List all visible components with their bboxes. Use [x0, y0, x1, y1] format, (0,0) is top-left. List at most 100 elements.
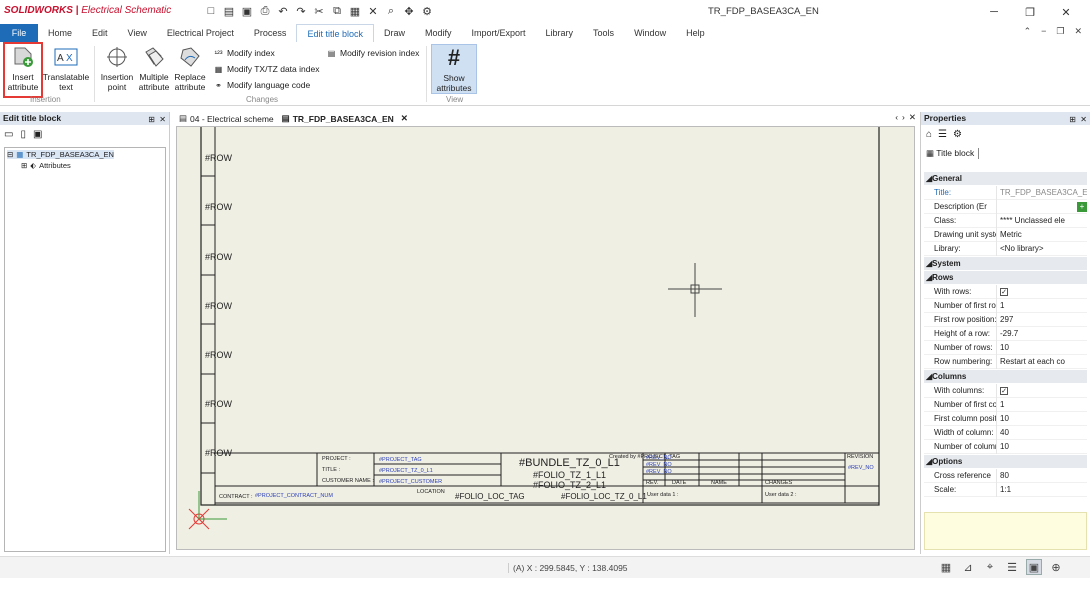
- tree-root-node[interactable]: ⊟ ▦ TR_FDP_BASEA3CA_EN: [7, 150, 114, 159]
- prop-number-of-rows[interactable]: Number of rows: 10: [924, 340, 1087, 355]
- close-panel-icon[interactable]: ✕: [159, 113, 166, 126]
- with-rows-checkbox[interactable]: ✓: [1000, 287, 1008, 296]
- insert-attribute-button[interactable]: Insert attribute: [3, 42, 43, 98]
- save-icon[interactable]: ▣: [240, 4, 254, 18]
- prop-class[interactable]: Class: **** Unclassed ele: [924, 213, 1087, 228]
- modify-revision-button[interactable]: ▤ Modify revision index: [326, 46, 420, 60]
- prop-title[interactable]: Title: TR_FDP_BASEA3CA_E: [924, 185, 1087, 200]
- copy-icon[interactable]: ⧉: [330, 4, 344, 18]
- minimize-doc-icon[interactable]: −: [1041, 26, 1046, 37]
- tab-edit-title-block[interactable]: Edit title block: [296, 24, 374, 42]
- tab-help[interactable]: Help: [676, 24, 715, 42]
- print-icon[interactable]: ⎙: [258, 4, 272, 18]
- zoom-icon[interactable]: ⌕: [384, 4, 398, 18]
- tab-file[interactable]: File: [0, 24, 38, 42]
- close-tab-icon[interactable]: ✕: [401, 113, 408, 124]
- data-index-icon: ▦: [214, 64, 223, 74]
- close-panel-icon[interactable]: ✕: [1080, 113, 1087, 126]
- tab-library[interactable]: Library: [536, 24, 584, 42]
- settings-icon[interactable]: ⚙: [953, 129, 962, 140]
- close-icon[interactable]: ✕: [909, 112, 916, 123]
- replace-attribute-button[interactable]: Replace attribute: [172, 44, 208, 96]
- tab-edit[interactable]: Edit: [82, 24, 118, 42]
- cleanup-icon[interactable]: ⊕: [1048, 559, 1064, 575]
- prop-with-rows[interactable]: With rows: ✓: [924, 284, 1087, 299]
- undo-icon[interactable]: ↶: [276, 4, 290, 18]
- tab-title-block-props[interactable]: ▦ Title block: [926, 148, 980, 159]
- restore-doc-icon[interactable]: ❐: [1056, 26, 1064, 37]
- new-icon[interactable]: □: [204, 4, 218, 18]
- tab-home[interactable]: Home: [38, 24, 82, 42]
- prop-first-row-position[interactable]: First row position: 297: [924, 312, 1087, 327]
- tab-window[interactable]: Window: [624, 24, 676, 42]
- prop-cross-reference[interactable]: Cross reference 80: [924, 468, 1087, 483]
- book-icon[interactable]: ▯: [20, 129, 26, 140]
- close-doc-icon[interactable]: ✕: [1074, 26, 1082, 37]
- section-rows[interactable]: ◢ Rows: [924, 271, 1087, 284]
- panel-toggle-icon[interactable]: ▣: [1026, 559, 1042, 575]
- section-columns[interactable]: ◢ Columns: [924, 370, 1087, 383]
- multiple-attribute-button[interactable]: Multiple attribute: [136, 44, 172, 96]
- prop-number-of-columns[interactable]: Number of columr 10: [924, 439, 1087, 454]
- tree-attributes-node[interactable]: ⊞ ⬖ Attributes: [21, 161, 71, 170]
- close-icon[interactable]: ✕: [1048, 3, 1084, 21]
- prop-row-height[interactable]: Height of a row: -29.7: [924, 326, 1087, 341]
- expand-icon[interactable]: ⊟: [7, 150, 13, 159]
- lineweight-icon[interactable]: ☰: [1004, 559, 1020, 575]
- tab-tools[interactable]: Tools: [583, 24, 624, 42]
- tab-electrical-project[interactable]: Electrical Project: [157, 24, 244, 42]
- tab-view[interactable]: View: [118, 24, 157, 42]
- chevron-right-icon[interactable]: ›: [902, 112, 905, 123]
- modify-index-button[interactable]: ¹²³ Modify index: [213, 46, 275, 60]
- section-system[interactable]: ◢ System: [924, 257, 1087, 270]
- home-icon[interactable]: ⌂: [926, 129, 932, 140]
- prop-row-numbering[interactable]: Row numbering: Restart at each co: [924, 354, 1087, 369]
- redo-icon[interactable]: ↷: [294, 4, 308, 18]
- translatable-text-button[interactable]: AX Translatable text: [43, 44, 89, 96]
- prop-first-column-number[interactable]: Number of first co 1: [924, 397, 1087, 412]
- show-attributes-button[interactable]: # Show attributes: [431, 44, 477, 94]
- prop-with-columns[interactable]: With columns: ✓: [924, 383, 1087, 398]
- tab-electrical-scheme[interactable]: ▤ 04 - Electrical scheme: [175, 113, 278, 124]
- chevron-up-icon[interactable]: ⌃: [1024, 26, 1032, 37]
- folder-icon[interactable]: ▭: [4, 129, 13, 140]
- minimize-icon[interactable]: ─: [976, 3, 1012, 21]
- settings-icon[interactable]: ⚙: [420, 4, 434, 18]
- prop-library[interactable]: Library: <No library>: [924, 241, 1087, 256]
- image-icon[interactable]: ▣: [33, 129, 42, 140]
- cut-icon[interactable]: ✂: [312, 4, 326, 18]
- pin-icon[interactable]: ⊞: [1069, 113, 1076, 126]
- snap-icon[interactable]: ⌖: [982, 559, 998, 575]
- tab-import-export[interactable]: Import/Export: [462, 24, 536, 42]
- drawing-canvas[interactable]: #ROW #ROW #ROW #ROW #ROW #ROW #ROW PROJE…: [176, 126, 915, 550]
- section-options[interactable]: ◢ Options: [924, 455, 1087, 468]
- pin-icon[interactable]: ⊞: [148, 113, 155, 126]
- tab-draw[interactable]: Draw: [374, 24, 415, 42]
- section-general[interactable]: ◢ General: [924, 172, 1087, 185]
- delete-icon[interactable]: ✕: [366, 4, 380, 18]
- paste-icon[interactable]: ▦: [348, 4, 362, 18]
- prop-drawing-unit[interactable]: Drawing unit syste Metric: [924, 227, 1087, 242]
- prop-scale[interactable]: Scale: 1:1: [924, 482, 1087, 497]
- modify-language-button[interactable]: ⚭ Modify language code: [213, 78, 310, 92]
- ortho-icon[interactable]: ⊿: [960, 559, 976, 575]
- pan-icon[interactable]: ✥: [402, 4, 416, 18]
- grid-icon[interactable]: ▦: [938, 559, 954, 575]
- with-columns-checkbox[interactable]: ✓: [1000, 386, 1008, 395]
- expand-icon[interactable]: ⊞: [21, 161, 27, 170]
- list-icon[interactable]: ☰: [938, 129, 947, 140]
- modify-txtz-button[interactable]: ▦ Modify TX/TZ data index: [213, 62, 320, 76]
- prop-column-width[interactable]: Width of column: 40: [924, 425, 1087, 440]
- open-icon[interactable]: ▤: [222, 4, 236, 18]
- tab-process[interactable]: Process: [244, 24, 297, 42]
- insertion-point-button[interactable]: Insertion point: [98, 44, 136, 96]
- chevron-left-icon[interactable]: ‹: [895, 112, 898, 123]
- location-label: LOCATION: [417, 489, 445, 495]
- tab-title-block[interactable]: ▤ TR_FDP_BASEA3CA_EN ✕: [278, 113, 412, 124]
- prop-first-column-position[interactable]: First column positi 10: [924, 411, 1087, 426]
- tab-modify[interactable]: Modify: [415, 24, 462, 42]
- add-icon[interactable]: +: [1077, 201, 1087, 212]
- prop-first-row-number[interactable]: Number of first ro 1: [924, 298, 1087, 313]
- prop-description[interactable]: Description (Er +: [924, 199, 1087, 214]
- restore-icon[interactable]: ❐: [1012, 3, 1048, 21]
